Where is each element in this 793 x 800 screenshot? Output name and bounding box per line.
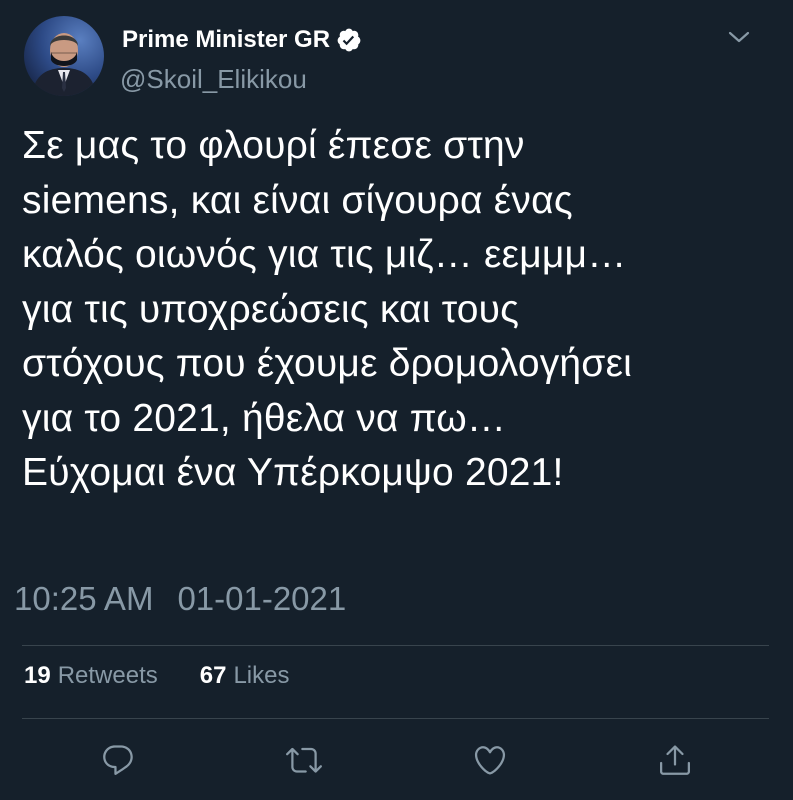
avatar[interactable] — [24, 16, 104, 96]
reply-icon[interactable] — [100, 742, 136, 778]
tweet-timestamp[interactable]: 10:25 AM 01-01-2021 — [14, 580, 346, 618]
tweet-time[interactable]: 10:25 AM — [14, 580, 153, 617]
retweets-count: 19 — [24, 662, 51, 689]
likes-stat[interactable]: 67 Likes — [200, 662, 290, 690]
retweet-icon[interactable] — [286, 742, 322, 778]
author-name-row[interactable]: Prime Minister GR — [122, 26, 362, 54]
divider — [22, 718, 769, 719]
tweet-text-line: siemens, και είναι σίγουρα ένας — [22, 178, 573, 222]
tweet-text-line: Σε μας το φλουρί έπεσε στην — [22, 124, 525, 167]
engagement-stats: 19 Retweets 67 Likes — [24, 662, 289, 690]
tweet-text-line: για το 2021, ήθελα να πω… — [22, 396, 507, 440]
retweets-label: Retweets — [57, 662, 158, 689]
author-handle[interactable]: @Skoil_Elikikou — [120, 64, 307, 94]
author-display-name[interactable]: Prime Minister GR — [122, 26, 330, 54]
tweet-text: Σε μας το φλουρί έπεσε στην siemens, και… — [22, 119, 782, 501]
tweet-text-line: καλός οιωνός για τις μιζ… εεμμμ… — [22, 233, 627, 276]
likes-count: 67 — [199, 662, 227, 689]
verified-badge-icon — [336, 27, 362, 53]
share-icon[interactable] — [657, 742, 693, 778]
likes-label: Likes — [233, 662, 290, 689]
divider — [22, 645, 769, 646]
tweet-text-line: για τις υποχρεώσεις και τους — [22, 287, 520, 331]
heart-icon[interactable] — [472, 742, 508, 778]
tweet-date[interactable]: 01-01-2021 — [177, 580, 346, 617]
retweets-stat[interactable]: 19 Retweets — [24, 662, 158, 690]
tweet-text-line: Εύχομαι ένα Υπέρκομψο 2021! — [22, 451, 564, 494]
tweet-text-line: στόχους που έχουμε δρομολογήσει — [22, 342, 633, 385]
chevron-down-icon[interactable] — [724, 26, 754, 48]
